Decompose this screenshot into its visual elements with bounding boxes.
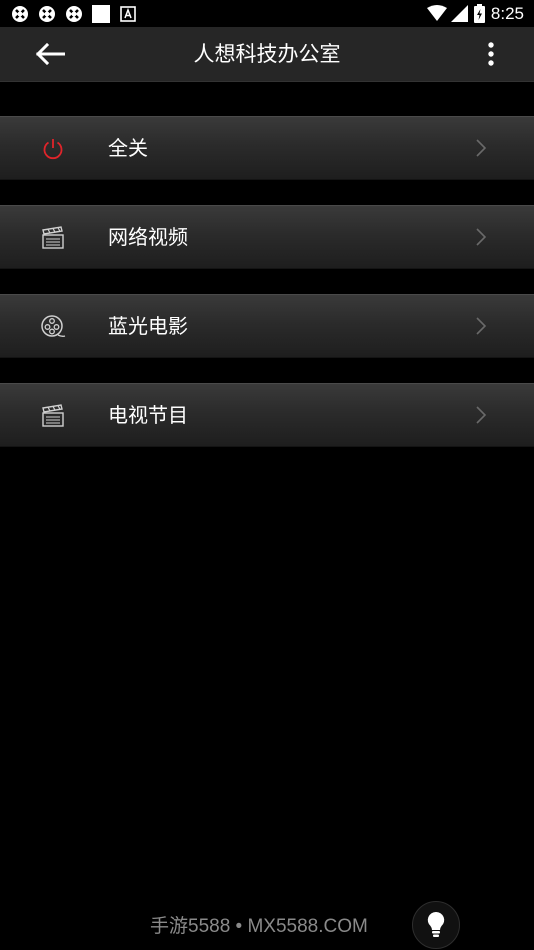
- film-reel-icon: [36, 310, 70, 344]
- status-right-icons: 8:25: [426, 2, 524, 25]
- wifi-icon: [426, 5, 447, 22]
- chevron-right-icon: [474, 226, 488, 248]
- back-button[interactable]: [30, 38, 70, 70]
- more-options-button[interactable]: [476, 38, 506, 70]
- menu-item-label: 全关: [108, 136, 148, 160]
- cell-signal-icon: [450, 5, 468, 22]
- app-bar: 人想科技办公室: [0, 27, 534, 82]
- menu-item-label: 网络视频: [108, 225, 188, 249]
- notification-icon: [64, 4, 84, 24]
- chevron-right-icon: [474, 137, 488, 159]
- menu-item-label: 电视节目: [108, 403, 188, 427]
- menu-item-network-video[interactable]: 网络视频: [0, 205, 534, 269]
- power-icon: [36, 132, 70, 166]
- menu-item-label: 蓝光电影: [108, 314, 188, 338]
- chevron-right-icon: [474, 315, 488, 337]
- a-notification-icon: [118, 4, 138, 24]
- status-bar: 8:25: [0, 0, 534, 27]
- arrow-left-icon: [35, 43, 65, 65]
- clapperboard-icon: [36, 221, 70, 255]
- lightbulb-icon: [426, 911, 446, 939]
- page-title: 人想科技办公室: [193, 42, 341, 66]
- square-notification-icon: [91, 4, 111, 24]
- notification-icon: [10, 4, 30, 24]
- battery-charging-icon: [473, 4, 485, 23]
- chevron-right-icon: [474, 404, 488, 426]
- clapperboard-icon: [36, 399, 70, 433]
- more-vertical-icon: [487, 42, 495, 66]
- status-time: 8:25: [490, 3, 524, 23]
- menu-item-all-off[interactable]: 全关: [0, 116, 534, 180]
- menu-item-tv-programs[interactable]: 电视节目: [0, 383, 534, 447]
- menu-item-bluray-movie[interactable]: 蓝光电影: [0, 294, 534, 358]
- screen: 8:25 人想科技办公室 全关 网络视频 蓝光电影 电视节目 手游5588 • …: [0, 0, 534, 950]
- watermark-text: 手游5588 • MX5588.COM: [150, 916, 368, 937]
- status-left-icons: [10, 3, 145, 24]
- notification-icon: [37, 4, 57, 24]
- lightbulb-button[interactable]: [412, 901, 460, 949]
